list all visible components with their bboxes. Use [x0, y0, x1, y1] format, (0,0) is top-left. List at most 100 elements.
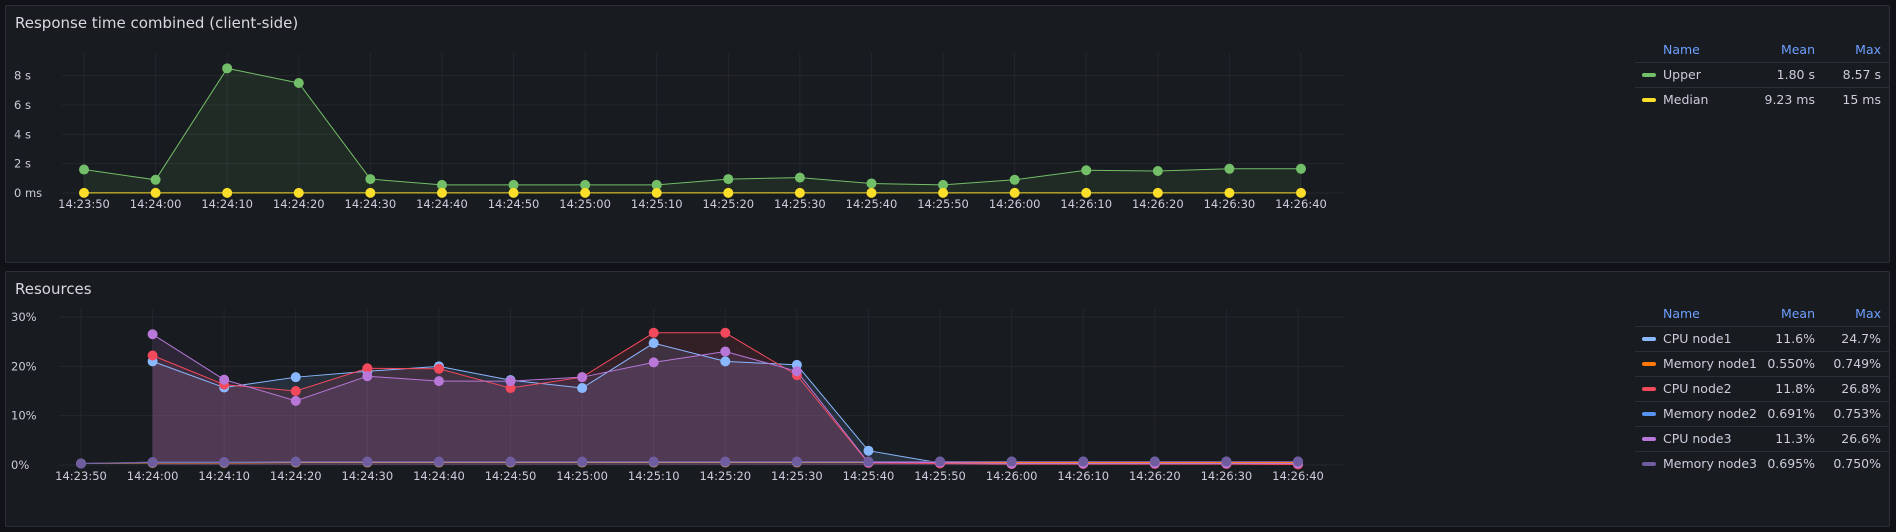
- data-point[interactable]: [723, 187, 734, 198]
- data-point[interactable]: [365, 174, 376, 185]
- data-point[interactable]: [219, 374, 230, 385]
- legend-row[interactable]: Upper 1.80 s 8.57 s: [1635, 62, 1889, 87]
- data-point[interactable]: [1009, 174, 1020, 185]
- data-point[interactable]: [794, 187, 805, 198]
- x-tick-label: 14:25:40: [843, 469, 895, 483]
- data-point[interactable]: [1296, 163, 1306, 174]
- data-point[interactable]: [1006, 456, 1017, 467]
- data-point[interactable]: [150, 187, 161, 198]
- data-point[interactable]: [1296, 187, 1306, 198]
- legend-header-max[interactable]: Max: [1855, 38, 1881, 62]
- data-point[interactable]: [577, 456, 588, 467]
- data-point[interactable]: [1293, 456, 1303, 467]
- legend-row[interactable]: CPU node2 11.8% 26.8%: [1635, 376, 1889, 401]
- data-point[interactable]: [863, 445, 874, 456]
- data-point[interactable]: [577, 383, 588, 394]
- x-tick-label: 14:24:20: [273, 197, 325, 211]
- data-point[interactable]: [863, 456, 874, 467]
- x-tick-label: 14:24:40: [416, 197, 468, 211]
- legend-swatch: [1642, 387, 1656, 391]
- data-point[interactable]: [147, 457, 158, 468]
- data-point[interactable]: [433, 363, 444, 374]
- data-point[interactable]: [1152, 166, 1163, 176]
- data-point[interactable]: [147, 350, 158, 361]
- data-point[interactable]: [866, 187, 877, 198]
- data-point[interactable]: [508, 187, 519, 198]
- legend-max-value: 15 ms: [1842, 92, 1881, 107]
- legend-mean-value: 1.80 s: [1776, 67, 1815, 82]
- data-point[interactable]: [79, 164, 89, 175]
- data-point[interactable]: [651, 187, 662, 198]
- data-point[interactable]: [720, 346, 731, 357]
- data-point[interactable]: [290, 386, 301, 396]
- x-tick-label: 14:25:40: [846, 197, 898, 211]
- data-point[interactable]: [147, 329, 158, 340]
- data-point[interactable]: [505, 456, 516, 467]
- data-point[interactable]: [365, 187, 376, 198]
- data-point[interactable]: [1081, 165, 1092, 176]
- data-point[interactable]: [293, 78, 304, 88]
- legend-header-max[interactable]: Max: [1855, 302, 1881, 326]
- data-point[interactable]: [935, 456, 946, 467]
- data-point[interactable]: [362, 456, 373, 467]
- data-point[interactable]: [791, 366, 802, 377]
- data-point[interactable]: [723, 174, 734, 185]
- x-tick-label: 14:24:00: [127, 469, 179, 483]
- data-point[interactable]: [720, 327, 731, 338]
- data-point[interactable]: [866, 178, 877, 189]
- data-point[interactable]: [222, 63, 233, 74]
- y-tick-label: 6 s: [14, 98, 31, 112]
- data-point[interactable]: [362, 371, 373, 382]
- data-point[interactable]: [150, 174, 161, 185]
- data-point[interactable]: [1009, 187, 1020, 198]
- legend-header-name[interactable]: Name: [1663, 38, 1700, 62]
- data-point[interactable]: [79, 187, 89, 198]
- data-point[interactable]: [1152, 187, 1163, 198]
- response-time-chart[interactable]: 0 ms 2 s 4 s 6 s 8 s 14:23:50 14:24:00 14:24:10…: [6, 6, 1351, 256]
- data-point[interactable]: [791, 456, 802, 467]
- data-point[interactable]: [938, 187, 949, 198]
- data-point[interactable]: [1221, 456, 1232, 467]
- legend-row[interactable]: Memory node1 0.550% 0.749%: [1635, 351, 1889, 376]
- data-point[interactable]: [505, 376, 516, 387]
- legend-row[interactable]: CPU node3 11.3% 26.6%: [1635, 426, 1889, 451]
- data-point[interactable]: [433, 456, 444, 467]
- x-tick-label: 14:25:10: [628, 469, 680, 483]
- data-point[interactable]: [648, 338, 659, 349]
- data-point[interactable]: [794, 172, 805, 183]
- legend-row[interactable]: Memory node2 0.691% 0.753%: [1635, 401, 1889, 426]
- resources-chart[interactable]: 0% 10% 20% 30% 14:23:50 14:24:00 14:24:10 14:24…: [6, 272, 1351, 522]
- data-point[interactable]: [648, 327, 659, 338]
- data-point[interactable]: [219, 457, 230, 468]
- data-point[interactable]: [1081, 187, 1092, 198]
- data-point[interactable]: [720, 456, 731, 467]
- data-point[interactable]: [648, 456, 659, 467]
- data-point[interactable]: [1224, 163, 1235, 174]
- data-point[interactable]: [577, 372, 588, 383]
- legend-mean-value: 11.8%: [1775, 381, 1815, 396]
- legend-row[interactable]: CPU node1 11.6% 24.7%: [1635, 326, 1889, 351]
- data-point[interactable]: [1149, 456, 1160, 467]
- resources-legend: Name Mean Max CPU node1 11.6% 24.7% Memory …: [1635, 302, 1889, 476]
- legend-header-name[interactable]: Name: [1663, 302, 1700, 326]
- data-point[interactable]: [648, 357, 659, 368]
- legend-row[interactable]: Memory node3 0.695% 0.750%: [1635, 451, 1889, 476]
- data-point[interactable]: [290, 395, 301, 406]
- data-point[interactable]: [1224, 187, 1235, 198]
- data-point[interactable]: [1078, 456, 1089, 467]
- data-point[interactable]: [436, 187, 447, 198]
- data-point[interactable]: [433, 376, 444, 387]
- series-area: [84, 68, 1301, 193]
- data-point[interactable]: [222, 187, 233, 198]
- legend-row[interactable]: Median 9.23 ms 15 ms: [1635, 87, 1889, 112]
- data-point[interactable]: [76, 458, 86, 469]
- x-tick-label: 14:25:10: [631, 197, 683, 211]
- legend-header-mean[interactable]: Mean: [1781, 38, 1815, 62]
- data-point[interactable]: [290, 456, 301, 467]
- data-point[interactable]: [290, 372, 301, 383]
- data-point[interactable]: [580, 187, 591, 198]
- data-point[interactable]: [293, 187, 304, 198]
- x-tick-label: 14:26:30: [1201, 469, 1253, 483]
- legend-header-mean[interactable]: Mean: [1781, 302, 1815, 326]
- data-point[interactable]: [720, 356, 731, 367]
